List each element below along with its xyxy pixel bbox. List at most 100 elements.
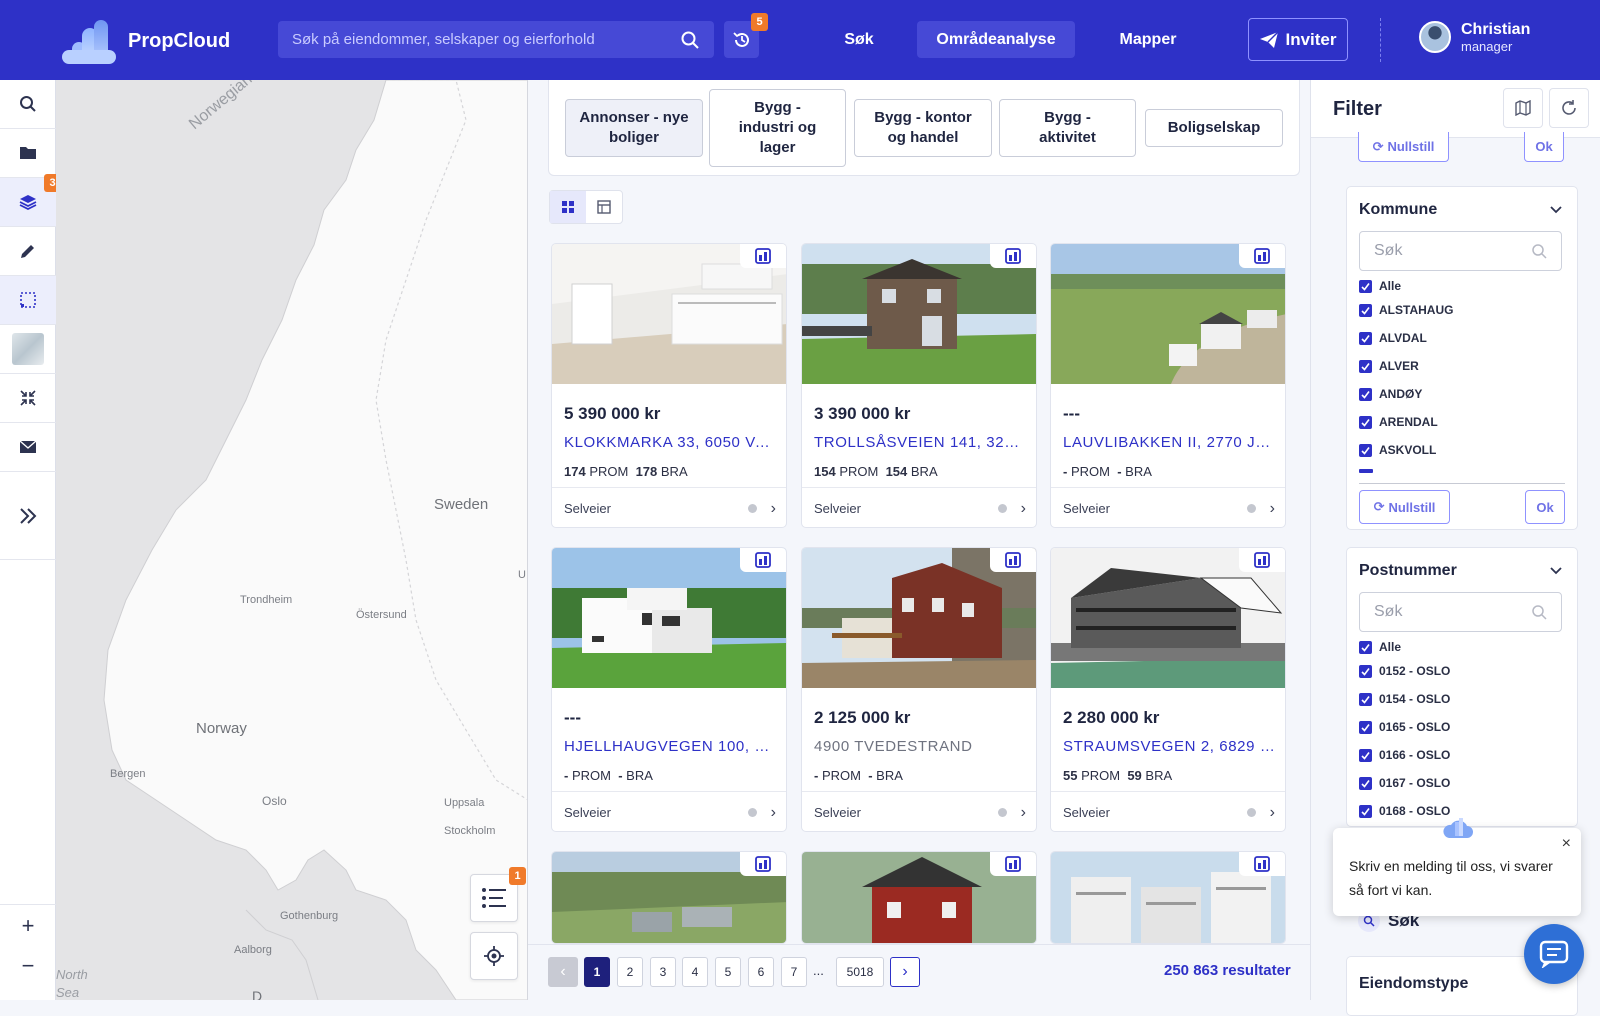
listing-card[interactable]: 2 125 000 kr 4900 TVEDESTRAND - PROM - B… bbox=[801, 547, 1037, 832]
gallery-button[interactable] bbox=[740, 548, 786, 572]
checkbox-checked-icon[interactable] bbox=[1359, 720, 1372, 734]
checkbox-checked-icon[interactable] bbox=[1359, 804, 1372, 818]
gallery-button[interactable] bbox=[1239, 548, 1285, 572]
pagination-page-4[interactable]: 4 bbox=[682, 957, 708, 987]
previous-panel-reset-button[interactable]: ⟳ Nullstill bbox=[1358, 132, 1449, 162]
layers-tool-button[interactable]: 3 bbox=[0, 174, 61, 227]
gallery-button[interactable] bbox=[990, 852, 1036, 876]
chevron-right-icon[interactable]: › bbox=[1270, 804, 1275, 822]
search-icon[interactable] bbox=[680, 30, 700, 50]
pagination-page-3[interactable]: 3 bbox=[650, 957, 676, 987]
map-legend-button[interactable]: 1 bbox=[470, 867, 526, 922]
postnummer-option[interactable]: 0154 - OSLO bbox=[1359, 692, 1450, 706]
checkbox-checked-icon[interactable] bbox=[1359, 359, 1372, 373]
logo[interactable]: PropCloud bbox=[62, 18, 230, 64]
kommune-option[interactable]: ALSTAHAUG bbox=[1359, 303, 1453, 317]
select-area-tool-button[interactable] bbox=[0, 276, 56, 325]
listing-address-link[interactable]: TROLLSÅSVEIEN 141, 3243 KODAL bbox=[814, 434, 1026, 451]
listing-address-link[interactable]: LAUVLIBAKKEN II, 2770 JAREN bbox=[1063, 434, 1275, 451]
postnummer-option[interactable]: 0167 - OSLO bbox=[1359, 776, 1450, 790]
gallery-button[interactable] bbox=[1239, 852, 1285, 876]
listing-card[interactable] bbox=[551, 851, 787, 944]
listing-card[interactable] bbox=[801, 851, 1037, 944]
pagination-page-7[interactable]: 7 bbox=[781, 957, 807, 987]
draw-tool-button[interactable] bbox=[0, 227, 56, 276]
nav-sok[interactable]: Søk bbox=[826, 21, 892, 58]
pagination-page-1[interactable]: 1 bbox=[584, 957, 610, 987]
listing-card[interactable]: --- HJELLHAUGVEGEN 100, 6010 ÅLESUND - P… bbox=[551, 547, 787, 832]
gallery-button[interactable] bbox=[990, 244, 1036, 268]
pagination-page-5[interactable]: 5 bbox=[715, 957, 741, 987]
checkbox-checked-icon[interactable] bbox=[1359, 664, 1372, 678]
kommune-option[interactable]: Alle bbox=[1359, 279, 1401, 293]
map-filter-button[interactable] bbox=[1503, 88, 1543, 128]
listing-address-link[interactable]: KLOKKMARKA 33, 6050 VALDERØYA bbox=[564, 434, 776, 451]
listing-address-link[interactable]: STRAUMSVEGEN 2, 6829 HYEN bbox=[1063, 738, 1275, 755]
gallery-button[interactable] bbox=[740, 244, 786, 268]
kommune-reset-button[interactable]: ⟳ Nullstill bbox=[1359, 490, 1450, 524]
postnummer-search-input[interactable]: Søk bbox=[1359, 592, 1562, 632]
checkbox-checked-icon[interactable] bbox=[1359, 640, 1372, 654]
postnummer-option[interactable]: 0152 - OSLO bbox=[1359, 664, 1450, 678]
checkbox-checked-icon[interactable] bbox=[1359, 776, 1372, 790]
chevron-right-icon[interactable]: › bbox=[771, 804, 776, 822]
map-view[interactable]: Norwegian Sea Sweden Norway Trondheim Ös… bbox=[56, 80, 528, 1000]
invite-button[interactable]: Inviter bbox=[1248, 18, 1348, 61]
postnummer-option[interactable]: 0166 - OSLO bbox=[1359, 748, 1450, 762]
pagination-page-2[interactable]: 2 bbox=[617, 957, 643, 987]
chevron-down-icon[interactable] bbox=[1549, 566, 1563, 576]
chevron-right-icon[interactable]: › bbox=[1021, 500, 1026, 518]
type-bygg-kontor-og-handel[interactable]: Bygg - kontor og handel bbox=[854, 99, 992, 157]
kommune-option[interactable]: ASKVOLL bbox=[1359, 443, 1436, 457]
listing-address-link[interactable]: HJELLHAUGVEGEN 100, 6010 ÅLESUND bbox=[564, 738, 776, 755]
postnummer-option[interactable]: 0165 - OSLO bbox=[1359, 720, 1450, 734]
type-boligselskap[interactable]: Boligselskap bbox=[1145, 109, 1283, 147]
checkbox-checked-icon[interactable] bbox=[1359, 279, 1372, 293]
pagination-page-6[interactable]: 6 bbox=[748, 957, 774, 987]
nav-omradeanalyse[interactable]: Områdeanalyse bbox=[917, 21, 1075, 58]
gallery-button[interactable] bbox=[990, 548, 1036, 572]
listing-card[interactable]: 3 390 000 kr TROLLSÅSVEIEN 141, 3243 KOD… bbox=[801, 243, 1037, 528]
chevron-right-icon[interactable]: › bbox=[1021, 804, 1026, 822]
locate-me-button[interactable] bbox=[470, 932, 518, 980]
expand-panel-button[interactable] bbox=[0, 472, 56, 560]
collapse-tool-button[interactable] bbox=[0, 374, 56, 423]
chat-button[interactable] bbox=[1524, 924, 1584, 984]
close-icon[interactable]: × bbox=[1562, 832, 1571, 856]
listing-card[interactable]: 5 390 000 kr KLOKKMARKA 33, 6050 VALDERØ… bbox=[551, 243, 787, 528]
postnummer-option[interactable]: Alle bbox=[1359, 640, 1401, 654]
pagination-last-page[interactable]: 5018 bbox=[836, 957, 884, 987]
nav-mapper[interactable]: Mapper bbox=[1105, 21, 1191, 58]
chevron-down-icon[interactable] bbox=[1549, 205, 1563, 215]
pagination-prev[interactable]: ‹ bbox=[548, 957, 578, 987]
zoom-in-button[interactable]: + bbox=[0, 906, 56, 946]
user-menu[interactable]: Christian manager bbox=[1419, 20, 1530, 54]
type-bygg-aktivitet[interactable]: Bygg - aktivitet bbox=[999, 99, 1136, 157]
checkbox-checked-icon[interactable] bbox=[1359, 415, 1372, 429]
checkbox-checked-icon[interactable] bbox=[1359, 387, 1372, 401]
checkbox-checked-icon[interactable] bbox=[1359, 443, 1372, 457]
reset-filter-button[interactable] bbox=[1549, 88, 1589, 128]
gallery-button[interactable] bbox=[740, 852, 786, 876]
history-button[interactable]: 5 bbox=[724, 13, 768, 58]
checkbox-checked-icon[interactable] bbox=[1359, 303, 1372, 317]
chevron-right-icon[interactable]: › bbox=[771, 500, 776, 518]
kommune-option[interactable]: ALVDAL bbox=[1359, 331, 1427, 345]
kommune-option[interactable]: ALVER bbox=[1359, 359, 1419, 373]
listing-card[interactable]: --- LAUVLIBAKKEN II, 2770 JAREN - PROM -… bbox=[1050, 243, 1286, 528]
gallery-button[interactable] bbox=[1239, 244, 1285, 268]
table-view-button[interactable] bbox=[586, 191, 622, 223]
listing-card[interactable] bbox=[1050, 851, 1286, 944]
checkbox-checked-icon[interactable] bbox=[1359, 331, 1372, 345]
map-style-button[interactable] bbox=[0, 325, 56, 374]
mail-tool-button[interactable] bbox=[0, 423, 56, 472]
postnummer-option[interactable]: 0168 - OSLO bbox=[1359, 804, 1450, 818]
global-search-input[interactable]: Søk på eiendommer, selskaper og eierforh… bbox=[278, 21, 714, 58]
kommune-option[interactable]: ANDØY bbox=[1359, 387, 1422, 401]
checkbox-checked-icon[interactable] bbox=[1359, 692, 1372, 706]
previous-panel-ok-button[interactable]: Ok bbox=[1524, 132, 1564, 162]
search-tool-button[interactable] bbox=[0, 80, 56, 129]
kommune-search-input[interactable]: Søk bbox=[1359, 231, 1562, 271]
type-bygg-industri-og-lager[interactable]: Bygg - industri og lager bbox=[709, 89, 846, 167]
folder-tool-button[interactable] bbox=[0, 129, 56, 178]
